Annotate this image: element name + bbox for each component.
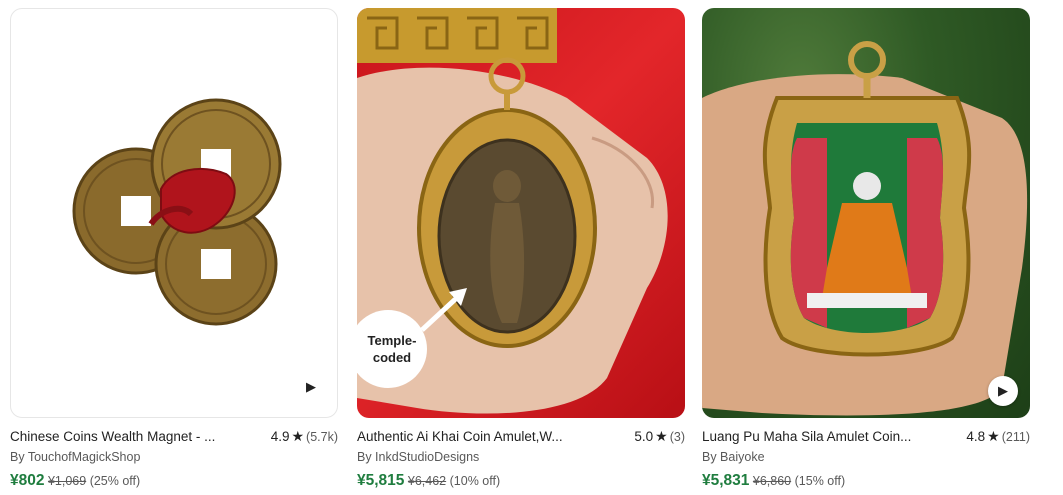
product-card-2[interactable]: Temple-coded Authentic Ai Khai Coin Amul…	[357, 8, 685, 490]
star-icon: ★	[987, 427, 1000, 444]
star-icon: ★	[655, 427, 668, 444]
play-icon[interactable]: ▶	[301, 377, 321, 397]
rating: 4.9 ★ (5.7k)	[270, 427, 338, 444]
original-price: ¥6,860	[752, 474, 792, 488]
seller-name[interactable]: By Baiyoke	[702, 448, 1030, 466]
price-row: ¥5,815 ¥6,462 (10% off)	[357, 472, 685, 490]
original-price: ¥6,462	[407, 474, 447, 488]
price-row: ¥5,831 ¥6,860 (15% off)	[702, 472, 1030, 490]
star-icon: ★	[291, 427, 305, 444]
discount: (10% off)	[449, 474, 501, 488]
product-title[interactable]: Chinese Coins Wealth Magnet - ...	[10, 429, 215, 444]
sale-price: ¥802	[10, 472, 45, 489]
sale-price: ¥5,831	[702, 472, 750, 489]
sale-price: ¥5,815	[357, 472, 405, 489]
product-card-3[interactable]: ▶ Luang Pu Maha Sila Amulet Coin... 4.8 ★…	[702, 8, 1030, 490]
rating: 5.0 ★ (3)	[634, 427, 685, 444]
play-icon[interactable]: ▶	[988, 376, 1018, 406]
rating: 4.8 ★ (211)	[966, 427, 1030, 444]
amulet-image	[702, 41, 1028, 416]
seller-name[interactable]: By InkdStudioDesigns	[357, 448, 685, 466]
original-price: ¥1,069	[47, 474, 87, 488]
discount: (25% off)	[89, 474, 141, 488]
coins-image	[72, 98, 282, 326]
product-image-2[interactable]: Temple-coded	[357, 8, 685, 418]
product-card-1[interactable]: ▶ Chinese Coins Wealth Magnet - ... 4.9 ★…	[10, 8, 338, 490]
product-image-3[interactable]: ▶	[702, 8, 1030, 418]
product-title[interactable]: Authentic Ai Khai Coin Amulet,W...	[357, 429, 563, 444]
seller-name[interactable]: By TouchofMagickShop	[10, 448, 338, 466]
product-title[interactable]: Luang Pu Maha Sila Amulet Coin...	[702, 429, 911, 444]
product-image-1[interactable]: ▶	[10, 8, 338, 418]
price-row: ¥802 ¥1,069 (25% off)	[10, 472, 338, 490]
discount: (15% off)	[794, 474, 846, 488]
